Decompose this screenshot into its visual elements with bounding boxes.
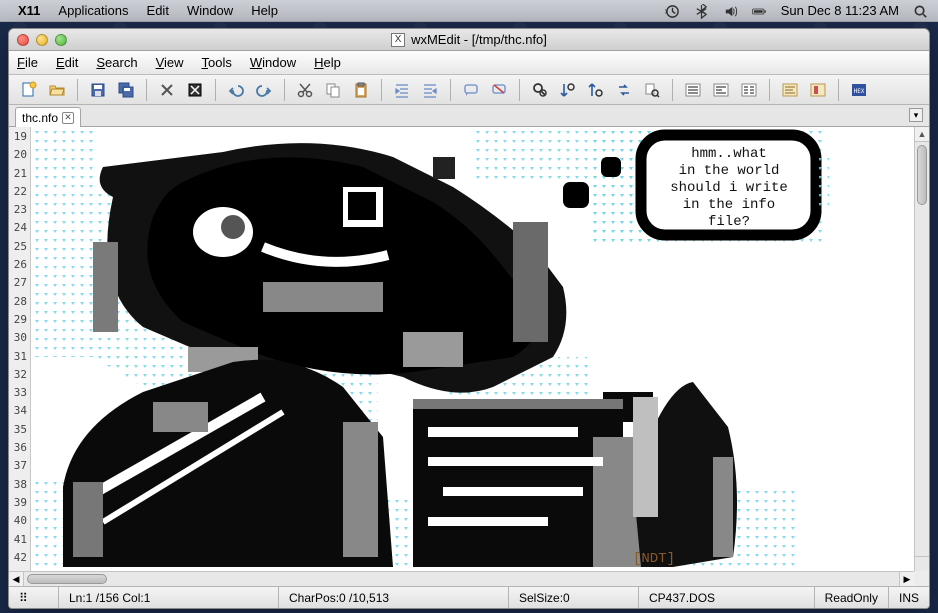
undo-button[interactable] (224, 79, 248, 101)
window-title: wxMEdit - [/tmp/thc.nfo] (411, 32, 547, 47)
indent-button[interactable] (390, 79, 414, 101)
hex-mode-button[interactable]: HEX (847, 79, 871, 101)
status-charpos: CharPos:0 /10,513 (279, 587, 509, 608)
tab-close-icon[interactable]: ✕ (62, 112, 74, 124)
menu-file[interactable]: File (17, 55, 38, 70)
svg-text:HEX: HEX (854, 88, 865, 95)
bluetooth-icon[interactable] (694, 2, 709, 18)
horizontal-scrollbar[interactable]: ◀ ▶ (9, 571, 914, 586)
scroll-thumb[interactable] (917, 145, 927, 205)
svg-text:file?: file? (708, 214, 750, 230)
spotlight-icon[interactable] (913, 2, 928, 18)
find-next-button[interactable] (556, 79, 580, 101)
scroll-up-icon[interactable]: ▲ (915, 127, 929, 142)
svg-text:hmm..what: hmm..what (691, 146, 767, 162)
svg-text:[NDT]: [NDT] (633, 551, 675, 567)
status-resize-dots: ⠿ (9, 587, 59, 608)
new-file-button[interactable] (17, 79, 41, 101)
editor-content[interactable]: hmm..what in the world should i write in… (31, 127, 914, 571)
svg-text:in the info: in the info (683, 197, 775, 213)
editor-area: 1920212223242526272829303132333435363738… (9, 127, 929, 571)
scroll-corner (914, 556, 929, 571)
outdent-button[interactable] (418, 79, 442, 101)
close-button[interactable] (17, 34, 29, 46)
app-menubar: File Edit Search View Tools Window Help (9, 51, 929, 75)
menu-edit[interactable]: Edit (56, 55, 78, 70)
menu-window[interactable]: Window (250, 55, 296, 70)
close-all-button[interactable] (183, 79, 207, 101)
clock[interactable]: Sun Dec 8 11:23 AM (781, 3, 899, 18)
status-selsize: SelSize:0 (509, 587, 639, 608)
redo-button[interactable] (252, 79, 276, 101)
minimize-button[interactable] (36, 34, 48, 46)
toolbar: HEX (9, 75, 929, 105)
paste-button[interactable] (349, 79, 373, 101)
text-mode-button[interactable] (778, 79, 802, 101)
mac-menu-window[interactable]: Window (187, 3, 233, 18)
volume-icon[interactable] (723, 2, 738, 18)
tab-label: thc.nfo (22, 111, 58, 125)
mac-menu-applications[interactable]: Applications (58, 3, 128, 18)
wrap-column-button[interactable] (737, 79, 761, 101)
menu-search[interactable]: Search (96, 55, 137, 70)
find-button[interactable] (528, 79, 552, 101)
menu-help[interactable]: Help (314, 55, 341, 70)
status-readonly: ReadOnly (815, 587, 889, 608)
tab-bar: thc.nfo ✕ ▾ (9, 105, 929, 127)
comment-button[interactable] (459, 79, 483, 101)
status-bar: ⠿ Ln:1 /156 Col:1 CharPos:0 /10,513 SelS… (9, 586, 929, 608)
time-machine-icon[interactable] (665, 2, 680, 18)
macos-menubar: X11 Applications Edit Window Help Sun De… (0, 0, 938, 22)
save-all-button[interactable] (114, 79, 138, 101)
status-position: Ln:1 /156 Col:1 (59, 587, 279, 608)
mac-menu-help[interactable]: Help (251, 3, 278, 18)
line-number-gutter: 1920212223242526272829303132333435363738… (9, 127, 31, 571)
menu-tools[interactable]: Tools (202, 55, 232, 70)
copy-button[interactable] (321, 79, 345, 101)
save-button[interactable] (86, 79, 110, 101)
hscroll-thumb[interactable] (27, 574, 107, 584)
titlebar[interactable]: XwxMEdit - [/tmp/thc.nfo] (9, 29, 929, 51)
svg-text:should i write: should i write (670, 180, 788, 196)
tab-dropdown-icon[interactable]: ▾ (909, 108, 923, 122)
window-icon: X (391, 33, 405, 47)
mac-menu-app[interactable]: X11 (18, 3, 40, 18)
find-in-files-button[interactable] (640, 79, 664, 101)
wrap-word-button[interactable] (709, 79, 733, 101)
tab-thc-nfo[interactable]: thc.nfo ✕ (15, 107, 81, 127)
status-insert-mode: INS (889, 587, 929, 608)
open-file-button[interactable] (45, 79, 69, 101)
menu-view[interactable]: View (156, 55, 184, 70)
scroll-left-icon[interactable]: ◀ (9, 572, 24, 586)
column-mode-button[interactable] (806, 79, 830, 101)
vertical-scrollbar[interactable]: ▲ ▼ (914, 127, 929, 571)
app-window: XwxMEdit - [/tmp/thc.nfo] File Edit Sear… (8, 28, 930, 609)
nfo-ascii-art: hmm..what in the world should i write in… (33, 127, 914, 567)
zoom-button[interactable] (55, 34, 67, 46)
find-prev-button[interactable] (584, 79, 608, 101)
battery-icon[interactable] (752, 2, 767, 18)
wrap-none-button[interactable] (681, 79, 705, 101)
scroll-right-icon[interactable]: ▶ (899, 572, 914, 586)
status-encoding: CP437.DOS (639, 587, 815, 608)
close-button-tb[interactable] (155, 79, 179, 101)
svg-text:in the world: in the world (679, 163, 780, 179)
mac-menu-edit[interactable]: Edit (147, 3, 169, 18)
cut-button[interactable] (293, 79, 317, 101)
uncomment-button[interactable] (487, 79, 511, 101)
replace-button[interactable] (612, 79, 636, 101)
